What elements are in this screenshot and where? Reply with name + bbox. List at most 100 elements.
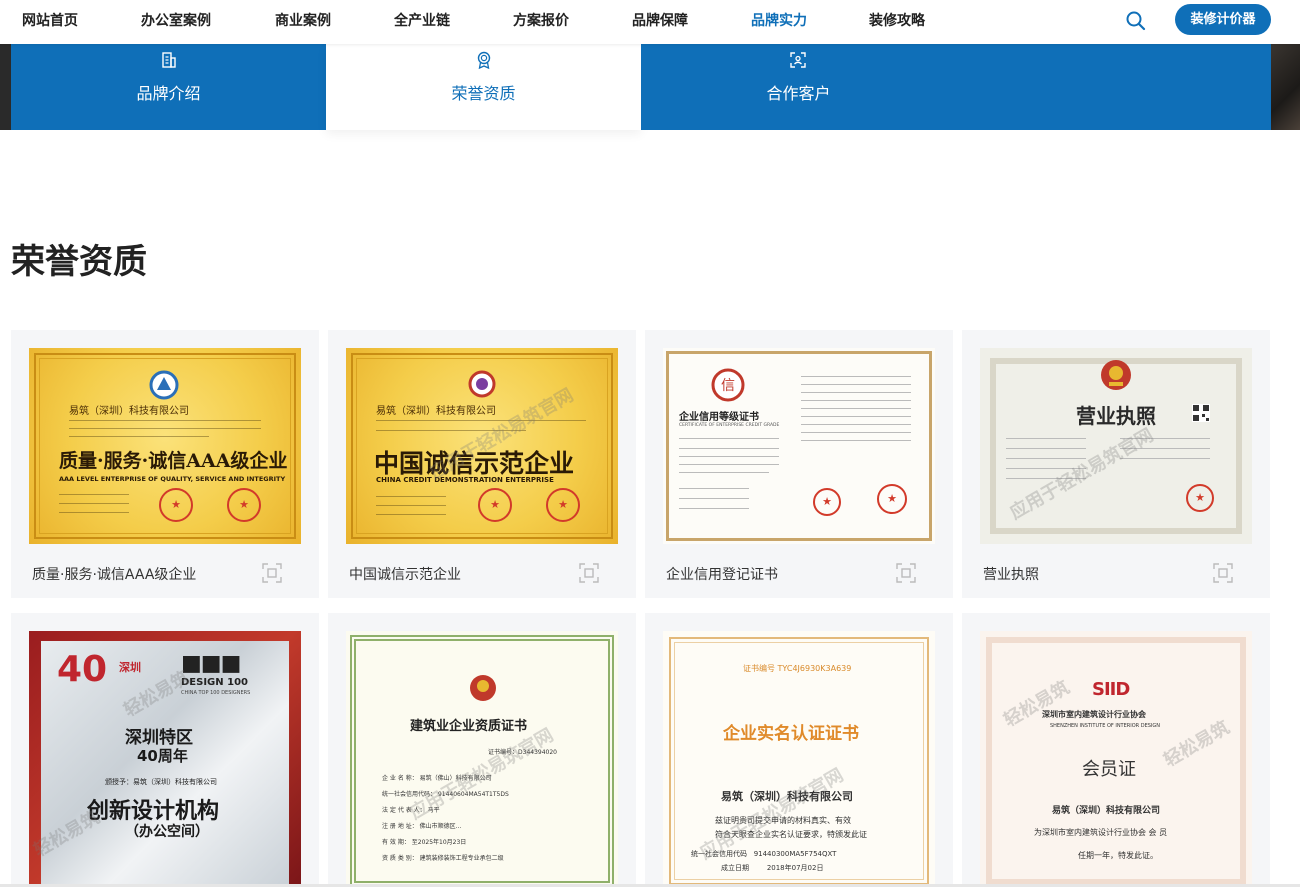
national-emblem-icon [1101, 360, 1131, 390]
certificate-card[interactable]: 易筑（深圳）科技有限公司 质量·服务·诚信AAA级企业 AAA LEVEL EN… [11, 330, 319, 598]
field-value: 2018年07月02日 [766, 864, 824, 872]
badge-side: 深圳 [119, 661, 141, 674]
cert-subheading: CHINA CREDIT DEMONSTRATION ENTERPRISE [376, 476, 554, 484]
credit-logo-icon: 信 [711, 368, 745, 402]
red-seal [159, 488, 193, 522]
tab-label: 荣誉资质 [451, 84, 516, 103]
certificate-card[interactable]: 证书编号 TYC4J6930K3A639 企业实名认证证书 易筑（深圳）科技有限… [645, 613, 953, 887]
certificate-card[interactable]: 信 企业信用等级证书 CERTIFICATE OF ENTERPRISE CRE… [645, 330, 953, 598]
banner-image-left [0, 44, 11, 130]
field-value: 佛山市顺德区… [419, 823, 462, 830]
field-label: 有 效 期： [382, 839, 410, 846]
plaque-line-2: 40周年 [137, 747, 188, 765]
cert-company: 易筑（深圳）科技有限公司 [721, 790, 853, 803]
cert-number: 证书编号：D344394020 [488, 749, 557, 756]
certificate-image: 易筑（深圳）科技有限公司 质量·服务·诚信AAA级企业 AAA LEVEL EN… [29, 348, 301, 544]
org-name: 深圳市室内建筑设计行业协会 [1042, 710, 1146, 719]
org-name-en: SHENZHEN INSTITUTE OF INTERIOR DESIGN [1050, 723, 1160, 729]
badge-number: 40 [57, 649, 108, 690]
search-button[interactable] [1124, 9, 1148, 33]
field-value: 建筑装修装饰工程专业承包二级 [419, 855, 504, 862]
certificate-card[interactable]: 营业执照 营业执照 [962, 330, 1270, 598]
nav-item-industry-chain[interactable]: 全产业链 [394, 10, 450, 30]
certificate-card[interactable]: 40 深圳 ■■■ DESIGN 100 CHINA TOP 100 DESIG… [11, 613, 319, 887]
red-seal [1186, 484, 1214, 512]
cert-number: 证书编号 TYC4J6930K3A639 [743, 664, 852, 673]
section-title: 荣誉资质 [11, 242, 147, 282]
certificate-image: 营业执照 [980, 348, 1252, 544]
certificate-card[interactable]: SIID 深圳市室内建筑设计行业协会 SHENZHEN INSTITUTE OF… [962, 613, 1270, 887]
nav-item-office-cases[interactable]: 办公室案例 [141, 10, 211, 30]
cert-heading: 企业实名认证证书 [723, 724, 859, 744]
certificate-image: 信 企业信用等级证书 CERTIFICATE OF ENTERPRISE CRE… [663, 348, 935, 544]
svg-text:信: 信 [721, 378, 735, 394]
nav-item-brand-guarantee[interactable]: 品牌保障 [632, 10, 688, 30]
field-value: 马平 [427, 807, 440, 814]
tab-brand-intro[interactable]: 品牌介绍 [11, 44, 326, 130]
nav-item-home[interactable]: 网站首页 [22, 10, 78, 30]
red-seal [227, 488, 261, 522]
search-icon [1126, 11, 1146, 31]
field-label: 法 定 代 表 人： [382, 807, 426, 814]
cert-heading: 会员证 [1082, 759, 1136, 780]
brand-name: DESIGN 100 [181, 677, 248, 688]
nav-item-quotation[interactable]: 方案报价 [513, 10, 569, 30]
nav-item-commercial-cases[interactable]: 商业案例 [275, 10, 331, 30]
field-label: 资 质 类 别： [382, 855, 418, 862]
emblem-icon [149, 370, 179, 400]
zoom-icon[interactable] [261, 562, 283, 584]
cert-body: 兹证明贵司提交申请的材料真实、有效 [715, 816, 851, 825]
banner-image-right [1271, 44, 1300, 130]
qr-code-icon [1192, 404, 1210, 422]
red-seal [546, 488, 580, 522]
cert-company: 易筑（深圳）科技有限公司 [69, 406, 189, 417]
field-value: 易筑（佛山）科技有限公司 [419, 775, 492, 782]
certificate-image: 40 深圳 ■■■ DESIGN 100 CHINA TOP 100 DESIG… [29, 631, 301, 887]
building-icon [161, 52, 176, 68]
national-emblem-icon [470, 675, 496, 701]
cert-subheading: （办公空间） [125, 824, 209, 840]
certificate-card[interactable]: 易筑（深圳）科技有限公司 中国诚信示范企业 CHINA CREDIT DEMON… [328, 330, 636, 598]
cert-company: 易筑（深圳）科技有限公司 [376, 406, 496, 417]
certificate-image: 易筑（深圳）科技有限公司 中国诚信示范企业 CHINA CREDIT DEMON… [346, 348, 618, 544]
red-seal [478, 488, 512, 522]
field-label: 统一社会信用代码： [382, 791, 437, 798]
certificate-image: 证书编号 TYC4J6930K3A639 企业实名认证证书 易筑（深圳）科技有限… [663, 631, 935, 887]
zoom-icon[interactable] [895, 562, 917, 584]
card-caption: 中国诚信示范企业 [349, 567, 461, 583]
field-label: 企 业 名 称： [382, 775, 418, 782]
field-value: 91440604MA54T1T5DS [437, 791, 509, 798]
tab-label: 品牌介绍 [136, 84, 201, 103]
card-caption: 企业信用登记证书 [666, 567, 778, 583]
card-caption: 质量·服务·诚信AAA级企业 [32, 567, 197, 583]
red-seal [877, 484, 907, 514]
field-value: 至2025年10月23日 [411, 839, 467, 846]
cert-heading: 营业执照 [1076, 404, 1156, 428]
card-caption: 营业执照 [983, 567, 1039, 583]
cert-heading: 建筑业企业资质证书 [410, 719, 528, 734]
zoom-icon[interactable] [578, 562, 600, 584]
cert-subheading: AAA LEVEL ENTERPRISE OF QUALITY, SERVICE… [59, 475, 286, 483]
cert-term: 任期一年，特发此证。 [1078, 851, 1158, 860]
tab-honors[interactable]: 荣誉资质 [326, 44, 641, 130]
cert-company: 易筑（深圳）科技有限公司 [1052, 806, 1161, 816]
emblem-icon [468, 370, 496, 398]
zoom-icon[interactable] [1212, 562, 1234, 584]
brand-subtitle: CHINA TOP 100 DESIGNERS [181, 690, 251, 696]
award-icon [477, 51, 490, 70]
cert-subheading: CERTIFICATE OF ENTERPRISE CREDIT GRADE [679, 423, 780, 428]
section-tabs: 品牌介绍 荣誉资质 合作客户 [0, 44, 1300, 130]
field-label: 注 册 地 址： [382, 823, 418, 830]
field-label: 统一社会信用代码 [691, 850, 747, 858]
nav-item-brand-strength[interactable]: 品牌实力 [751, 10, 807, 30]
renovation-calculator-button[interactable]: 装修计价器 [1175, 4, 1271, 35]
nav-item-decoration-guide[interactable]: 装修攻略 [869, 10, 925, 30]
plaque-awardee: 颁授予：易筑（深圳）科技有限公司 [105, 778, 217, 786]
certificate-image: 建筑业企业资质证书 证书编号：D344394020 企 业 名 称： 易筑（佛山… [346, 631, 618, 887]
cert-heading: 企业信用等级证书 [679, 412, 759, 423]
tab-partners[interactable]: 合作客户 [641, 44, 1271, 130]
certificate-card[interactable]: 建筑业企业资质证书 证书编号：D344394020 企 业 名 称： 易筑（佛山… [328, 613, 636, 887]
cert-body: 符合天眼查企业实名认证要求，特颁发此证 [715, 830, 867, 839]
cert-body: 为深圳市室内建筑设计行业协会 会 员 [1034, 828, 1168, 837]
scan-user-icon [790, 52, 806, 68]
